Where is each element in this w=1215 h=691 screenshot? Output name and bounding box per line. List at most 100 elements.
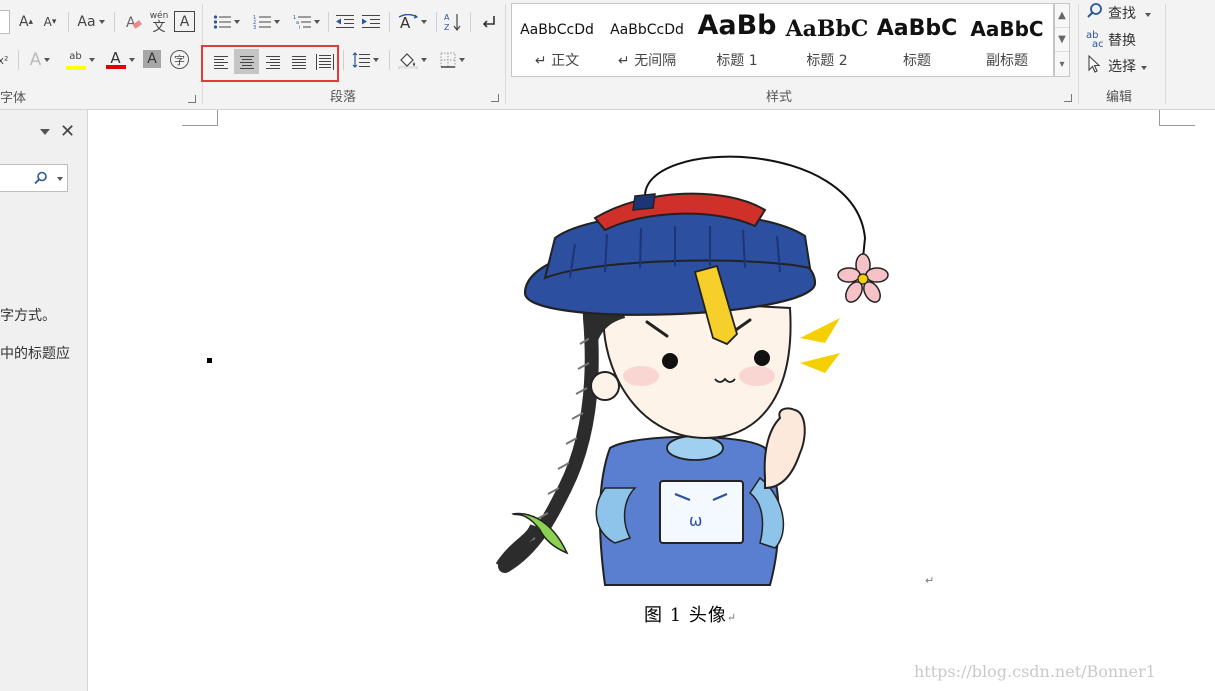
superscript-button[interactable]: x²: [0, 48, 12, 72]
character-border-button[interactable]: A: [174, 11, 195, 32]
select-dropdown-icon[interactable]: [1138, 58, 1147, 74]
multilevel-list-icon: 1ai: [293, 15, 311, 30]
styles-group-label: 样式: [766, 90, 793, 105]
svg-text:i: i: [299, 25, 300, 30]
figure-caption-text: 图 1 头像: [644, 605, 727, 626]
font-color-button[interactable]: A: [102, 48, 138, 72]
paragraph-mark: ↵: [925, 574, 935, 587]
phonetic-guide-char: 文: [152, 20, 166, 35]
find-dropdown-icon[interactable]: [1142, 5, 1151, 21]
flower-icon: [837, 253, 889, 303]
separator: [389, 50, 390, 70]
numbering-button[interactable]: 123: [248, 10, 284, 34]
bullets-button[interactable]: [208, 10, 244, 34]
style-heading-2[interactable]: AaBbC 标题 2: [782, 4, 872, 76]
text-highlight-button[interactable]: ab: [62, 48, 98, 72]
crop-mark-left: [182, 110, 218, 126]
find-label: 查找: [1108, 6, 1136, 22]
chinese-layout-button[interactable]: A: [394, 10, 430, 34]
raised-fist: [763, 407, 806, 490]
style-title[interactable]: AaBbC 标题: [872, 4, 962, 76]
highlight-text: ab: [69, 50, 82, 62]
style-sample: AaBbCcDd: [610, 22, 684, 38]
change-case-button[interactable]: Aa: [74, 10, 108, 34]
increase-indent-icon: [362, 15, 380, 28]
grow-font-button[interactable]: A ▴: [16, 10, 36, 34]
nav-pane-text: 字方式。: [0, 308, 56, 324]
sort-button[interactable]: AZ: [441, 10, 465, 34]
search-dropdown-icon[interactable]: [54, 170, 63, 185]
font-color-swatch: [105, 65, 126, 69]
paragraph-dialog-launcher-icon[interactable]: [491, 94, 499, 102]
alignment-highlight-box: [201, 45, 339, 82]
svg-text:3: 3: [253, 25, 256, 30]
avatar-illustration[interactable]: ω: [495, 148, 905, 588]
style-subtitle[interactable]: AaBbC 副标题: [962, 4, 1052, 76]
cursor-arrow-icon: [1086, 54, 1106, 77]
group-separator: [505, 4, 506, 104]
character-shading-button[interactable]: A: [143, 50, 161, 68]
style-sample: AaBbC: [970, 17, 1044, 41]
svg-text:Z: Z: [444, 23, 450, 32]
style-heading-1[interactable]: AaBb 标题 1: [692, 4, 782, 76]
separator: [389, 12, 390, 32]
replace-icon: ab ac: [1086, 31, 1106, 50]
caption-paragraph-mark: ↵: [726, 611, 738, 624]
text-effects-button[interactable]: A: [26, 48, 54, 72]
replace-icon-bottom: ac: [1092, 39, 1104, 50]
borders-button[interactable]: [434, 48, 470, 72]
separator: [114, 12, 115, 32]
font-color-letter: A: [110, 49, 121, 67]
font-dialog-launcher-icon[interactable]: [188, 95, 196, 103]
watermark-url: https://blog.csdn.net/Bonner1: [914, 662, 1156, 681]
font-group: A ▴ A ▾ Aa A wén 文 A x² A ab A A 字 字体: [0, 0, 202, 110]
enclose-characters-button[interactable]: 字: [170, 50, 189, 69]
style-no-spacing[interactable]: AaBbCcDd ↵ 无间隔: [602, 4, 692, 76]
separator: [343, 50, 344, 70]
separator: [436, 12, 437, 32]
style-normal[interactable]: AaBbCcDd ↵ 正文: [512, 4, 602, 76]
scroll-up-icon[interactable]: ▲: [1055, 4, 1069, 28]
style-sample: AaBb: [697, 10, 777, 41]
nav-search-input[interactable]: [0, 164, 68, 192]
svg-text:ω: ω: [689, 511, 702, 530]
gallery-more-icon[interactable]: ▾: [1055, 52, 1069, 76]
scroll-down-icon[interactable]: ▼: [1055, 28, 1069, 52]
highlighter-icon: ab: [65, 50, 86, 70]
svg-text:A: A: [126, 15, 136, 31]
grow-font-icon: A: [18, 14, 29, 30]
increase-indent-button[interactable]: [359, 10, 383, 34]
borders-icon: [440, 52, 455, 68]
sparkle-icon: [800, 318, 840, 343]
figure-caption[interactable]: 图 1 头像↵: [644, 601, 737, 627]
superscript-icon: x²: [0, 53, 9, 67]
pane-options-icon[interactable]: [40, 129, 50, 135]
enclose-characters-icon: 字: [174, 53, 185, 67]
shrink-font-button[interactable]: A ▾: [40, 10, 60, 34]
styles-dialog-launcher-icon[interactable]: [1064, 94, 1072, 102]
find-button[interactable]: 查找: [1086, 1, 1151, 25]
font-size-box[interactable]: [0, 10, 10, 34]
style-name: ↵ 正文: [534, 53, 580, 69]
clear-formatting-icon: A: [126, 15, 142, 31]
paragraph-mark-icon: [482, 16, 495, 28]
style-name: ↵ 无间隔: [617, 53, 677, 69]
line-spacing-button[interactable]: [347, 48, 383, 72]
bullets-icon: [213, 15, 231, 29]
phonetic-guide-button[interactable]: wén 文: [148, 8, 170, 36]
multilevel-list-button[interactable]: 1ai: [288, 10, 324, 34]
shading-button[interactable]: [394, 48, 430, 72]
show-marks-button[interactable]: [476, 10, 500, 34]
close-icon[interactable]: ✕: [60, 122, 75, 142]
select-button[interactable]: 选择: [1086, 54, 1147, 78]
highlight-color-swatch: [65, 65, 86, 70]
clear-formatting-button[interactable]: A: [122, 10, 144, 34]
decrease-indent-button[interactable]: [333, 10, 357, 34]
paint-bucket-icon: [398, 53, 417, 69]
style-name: 标题 1: [716, 53, 758, 69]
replace-button[interactable]: ab ac 替换: [1086, 28, 1136, 52]
select-label: 选择: [1108, 59, 1136, 75]
nav-pane-text: 中的标题应: [0, 346, 70, 362]
style-name: 副标题: [986, 53, 1028, 69]
search-icon: [34, 171, 47, 185]
